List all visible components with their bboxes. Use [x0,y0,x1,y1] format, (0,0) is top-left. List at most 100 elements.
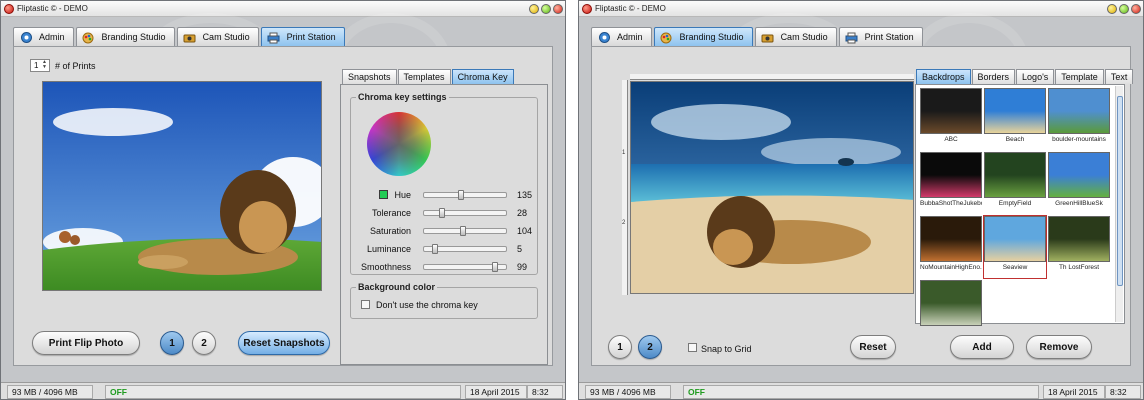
tab-templates[interactable]: Templates [397,69,451,84]
minimize-button[interactable] [1107,4,1117,14]
backdrop-label: ABC [944,136,958,143]
backdrop-item[interactable]: Seaview [983,215,1047,279]
background-color-group: Background color Don't use the chroma ke… [350,282,538,319]
paint-icon [660,30,674,44]
close-button[interactable] [1131,4,1141,14]
tab-snapshots[interactable]: Snapshots [342,69,397,84]
slider-smoothness[interactable] [423,262,507,272]
slider-saturation[interactable] [423,226,507,236]
minimize-button[interactable] [529,4,539,14]
backdrops-list: ABC Beach boulder-mountains BubbaShotTheJuk… [915,84,1125,326]
backdrop-item[interactable]: ABC [920,88,982,150]
backdrop-item[interactable]: Beach [984,88,1046,150]
tab-admin[interactable]: Admin [13,27,74,46]
scrollbar-thumb[interactable] [1117,96,1123,286]
time-status: 8:32 PM [1105,385,1141,399]
gear-icon [19,30,33,44]
scrollbar[interactable] [1115,86,1123,322]
tab-borders[interactable]: Borders [971,69,1016,84]
slider-value-smoothness: 99 [517,262,528,272]
page-2-button[interactable]: 2 [638,335,662,359]
chroma-settings-group: Chroma key settings Hue 135 Tolerance 28 Sat… [350,92,538,275]
chroma-key-page: Chroma key settings Hue 135 Tolerance 28 Sat… [340,84,548,365]
backdrop-label: BubbaShotTheJukebox [920,200,982,207]
camera-icon [183,30,197,44]
close-button[interactable] [553,4,563,14]
main-tabs: Admin Branding Studio Cam Studio Print S… [13,27,347,47]
off-status: OFF [683,385,1039,399]
slider-thumb[interactable] [458,190,464,200]
slider-thumb[interactable] [439,208,445,218]
snap-to-grid-checkbox[interactable] [688,343,697,352]
prints-spinner[interactable]: 1 ▲ ▼ [30,59,50,72]
backdrop-thumbnail [984,216,1046,262]
color-wheel[interactable] [367,112,431,176]
tab-branding-studio[interactable]: Branding Studio [653,27,753,46]
slider-label-smoothness: Smoothness [360,262,411,272]
tab-text[interactable]: Text [1104,69,1134,84]
slider-thumb[interactable] [492,262,498,272]
slider-luminance[interactable] [423,244,507,254]
backdrop-label: boulder-mountains [1052,136,1106,143]
remove-button[interactable]: Remove [1026,335,1092,359]
tab-chroma-key[interactable]: Chroma Key [451,69,514,84]
backdrop-item[interactable]: BubbaShotTheJukebox [920,152,982,214]
slider-label-tolerance: Tolerance [371,208,411,218]
printer-icon [267,30,281,44]
backdrop-thumbnail [920,152,982,198]
backdrop-label: NoMountainHighEno... [920,264,982,271]
reset-button[interactable]: Reset [850,335,896,359]
maximize-button[interactable] [1119,4,1129,14]
tab-print-station[interactable]: Print Station [260,27,345,46]
horizontal-ruler [630,74,914,80]
backdrop-item[interactable]: GreenHillBlueSk [1048,152,1110,214]
print-flip-photo-button[interactable]: Print Flip Photo [32,331,140,355]
tab-template[interactable]: Template [1055,69,1104,84]
reset-snapshots-button[interactable]: Reset Snapshots [238,331,330,355]
app-icon [582,4,592,14]
page-1-button[interactable]: 1 [608,335,632,359]
slider-value-luminance: 5 [517,244,523,254]
add-button[interactable]: Add [950,335,1014,359]
paint-icon [82,30,96,44]
tab-branding-studio[interactable]: Branding Studio [75,27,175,46]
backdrop-item[interactable] [920,280,982,342]
backdrop-item[interactable]: boulder-mountains [1048,88,1110,150]
tab-cam-studio[interactable]: Cam Studio [176,27,259,46]
dont-use-chroma-label: Don't use the chroma key [376,300,478,310]
off-status: OFF [105,385,461,399]
backdrop-thumbnail [984,152,1046,198]
backdrop-item[interactable]: NoMountainHighEno... [920,216,982,278]
page-2-button[interactable]: 2 [192,331,216,355]
backdrop-thumbnail [920,216,982,262]
tab-admin[interactable]: Admin [591,27,652,46]
tab-logos[interactable]: Logo's [1016,69,1055,84]
time-status: 8:32 PM [527,385,563,399]
date-status: 18 April 2015 [1043,385,1105,399]
backdrop-label: Seaview [1002,264,1028,271]
slider-value-tolerance: 28 [517,208,528,218]
backdrop-item[interactable]: Th LostForest [1048,216,1110,278]
slider-hue[interactable] [423,190,507,200]
tab-print-station[interactable]: Print Station [838,27,923,46]
slider-tolerance[interactable] [423,208,507,218]
slider-thumb[interactable] [460,226,466,236]
branding-studio-panel: 1 2 1 2 Snap to Grid Reset Backdrops Bor… [591,46,1134,366]
window-title: Fliptastic © - DEMO [595,4,666,13]
date-status: 18 April 2015 [465,385,527,399]
backdrop-label: GreenHillBlueSk [1055,200,1103,207]
tab-cam-studio[interactable]: Cam Studio [754,27,837,46]
slider-value-hue: 135 [517,190,533,200]
print-station-panel: 1 ▲ ▼ # of Prints Print Flip Photo 1 2 R… [13,46,553,366]
backdrop-item[interactable]: EmptyField [984,152,1046,214]
tab-backdrops[interactable]: Backdrops [916,69,971,84]
page-1-button[interactable]: 1 [160,331,184,355]
dont-use-chroma-checkbox[interactable] [361,300,370,309]
slider-thumb[interactable] [432,244,438,254]
prints-label: # of Prints [55,61,96,71]
maximize-button[interactable] [541,4,551,14]
backdrop-label: Th LostForest [1058,264,1100,271]
branding-canvas[interactable] [630,81,914,294]
chroma-settings-title: Chroma key settings [356,92,449,102]
spinner-arrows-icon[interactable]: ▲ ▼ [42,60,48,70]
